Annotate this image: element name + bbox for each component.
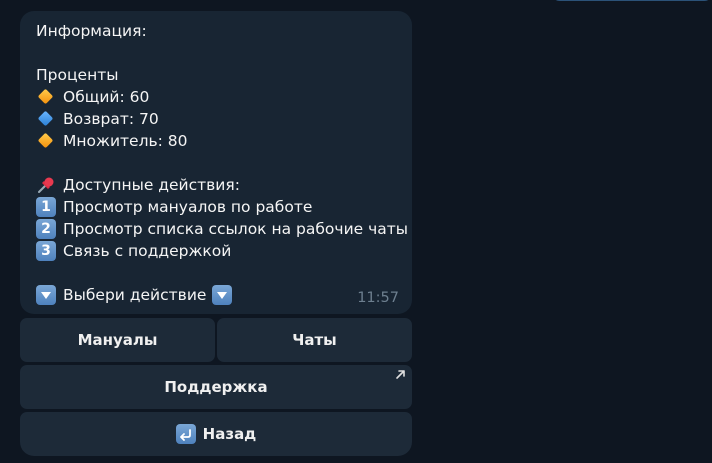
percent-text: Множитель: 80 — [63, 132, 188, 150]
action-text: Просмотр списка ссылок на рабочие чаты — [63, 220, 409, 238]
percent-header: Проценты — [36, 66, 119, 84]
prompt-row: Выбери действие — [36, 284, 396, 306]
previous-message-edge — [552, 0, 712, 1]
percent-row: Возврат: 70 — [36, 108, 396, 130]
percent-text: Общий: 60 — [63, 88, 150, 106]
action-text: Просмотр мануалов по работе — [63, 198, 313, 216]
chat-area: Информация: Проценты Общий: 60 Возврат: … — [0, 0, 712, 463]
down-arrow-icon — [212, 285, 233, 305]
percent-row: Множитель: 80 — [36, 130, 396, 152]
support-button[interactable]: Поддержка — [20, 365, 412, 409]
manuals-button-label: Мануалы — [77, 331, 158, 349]
action-text: Связь с поддержкой — [63, 242, 232, 260]
action-row: 3 Связь с поддержкой — [36, 240, 396, 262]
action-row: 1 Просмотр мануалов по работе — [36, 196, 396, 218]
keycap-2-icon: 2 — [36, 219, 56, 239]
chats-button[interactable]: Чаты — [217, 318, 412, 362]
pushpin-icon — [36, 175, 56, 195]
blue-diamond-icon — [36, 109, 56, 129]
chats-button-label: Чаты — [292, 331, 337, 349]
message-time: 11:57 — [357, 290, 399, 306]
return-arrow-icon — [175, 424, 196, 444]
manuals-button[interactable]: Мануалы — [20, 318, 215, 362]
orange-diamond-icon — [36, 87, 56, 107]
orange-diamond-icon — [36, 131, 56, 151]
percent-row: Общий: 60 — [36, 86, 396, 108]
external-link-arrow-icon — [396, 370, 405, 379]
support-button-label: Поддержка — [164, 378, 268, 396]
back-button-label: Назад — [202, 425, 257, 443]
keycap-3-icon: 3 — [36, 241, 56, 261]
actions-header-row: Доступные действия: — [36, 174, 396, 196]
prompt-text: Выбери действие — [63, 286, 207, 304]
percent-text: Возврат: 70 — [63, 110, 159, 128]
message-title: Информация: — [36, 22, 147, 40]
back-button[interactable]: Назад — [20, 412, 412, 456]
bot-message: Информация: Проценты Общий: 60 Возврат: … — [20, 11, 412, 314]
actions-header: Доступные действия: — [63, 176, 240, 194]
keycap-1-icon: 1 — [36, 197, 56, 217]
action-row: 2 Просмотр списка ссылок на рабочие чаты — [36, 218, 408, 240]
down-arrow-icon — [36, 285, 56, 305]
